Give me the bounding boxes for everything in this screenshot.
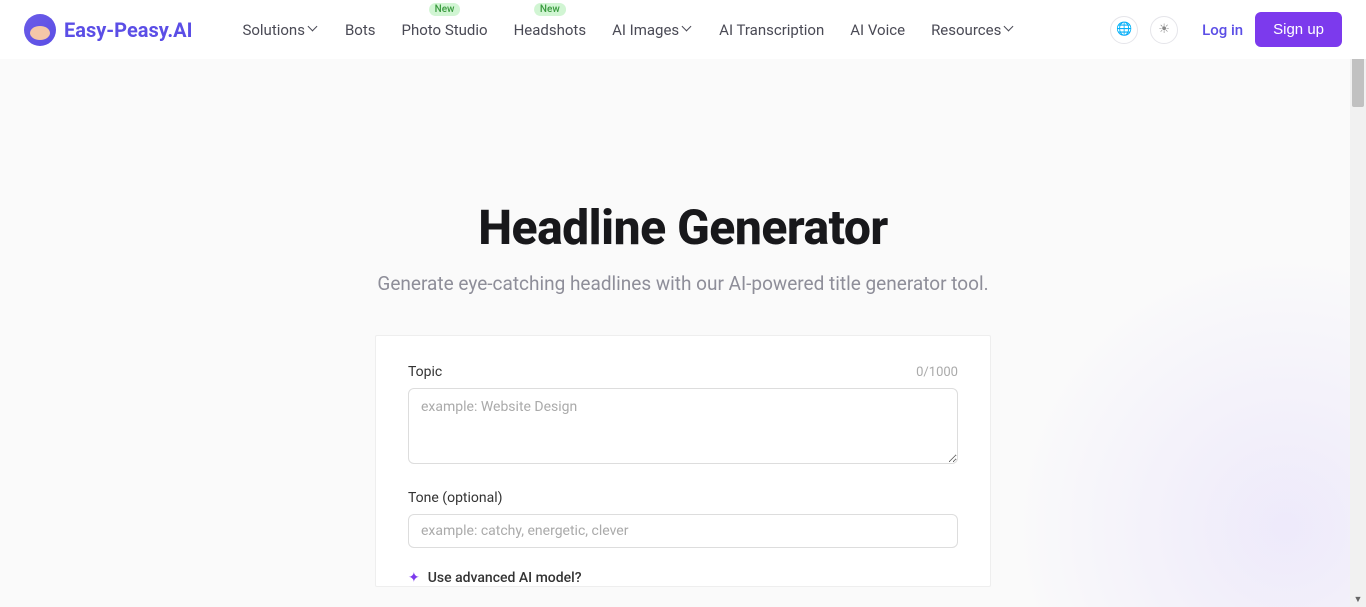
nav-label: AI Transcription [719,21,824,39]
nav-ai-voice[interactable]: AI Voice [850,21,905,39]
login-link[interactable]: Log in [1202,21,1243,39]
new-badge: New [429,3,461,16]
header-right: 🌐 ☀ Log in Sign up [1110,12,1342,47]
nav-label: AI Voice [850,21,905,39]
topic-field-group: Topic 0/1000 [408,364,958,468]
header: Easy-Peasy.AI Solutions Bots New Photo S… [0,0,1366,59]
nav-label: Bots [345,21,376,39]
brand-name: Easy-Peasy.AI [64,18,192,42]
topic-label: Topic [408,364,442,380]
topic-input[interactable] [408,388,958,464]
language-button[interactable]: 🌐 [1110,16,1138,44]
form-card: Topic 0/1000 Tone (optional) ✦ Use advan… [375,335,991,587]
tone-field-group: Tone (optional) [408,490,958,548]
sparkle-icon: ✦ [408,570,420,586]
main-content: Headline Generator Generate eye-catching… [0,59,1366,587]
nav-ai-images[interactable]: AI Images [612,21,693,39]
theme-toggle-button[interactable]: ☀ [1150,16,1178,44]
nav-label: AI Images [612,21,679,39]
nav-label: Solutions [242,21,305,39]
field-header: Topic 0/1000 [408,364,958,380]
tone-label: Tone (optional) [408,490,503,506]
page-title: Headline Generator [0,199,1366,256]
logo[interactable]: Easy-Peasy.AI [24,14,192,46]
chevron-down-icon [309,25,319,35]
scroll-down-arrow[interactable]: ▼ [1350,591,1366,607]
sun-icon: ☀ [1158,22,1170,37]
nav-label: Headshots [514,21,586,39]
chevron-down-icon [1005,25,1015,35]
advanced-label: Use advanced AI model? [428,570,582,586]
page-subtitle: Generate eye-catching headlines with our… [0,272,1366,295]
nav-ai-transcription[interactable]: AI Transcription [719,21,824,39]
new-badge: New [534,3,566,16]
field-header: Tone (optional) [408,490,958,506]
char-counter: 0/1000 [916,365,958,380]
signup-button[interactable]: Sign up [1255,12,1342,47]
nav-headshots[interactable]: New Headshots [514,21,586,39]
tone-input[interactable] [408,514,958,548]
nav-resources[interactable]: Resources [931,21,1015,39]
nav-bots[interactable]: Bots [345,21,376,39]
globe-icon: 🌐 [1116,22,1132,37]
chevron-down-icon [683,25,693,35]
nav-photo-studio[interactable]: New Photo Studio [402,21,488,39]
main-nav: Solutions Bots New Photo Studio New Head… [242,21,1110,39]
nav-label: Resources [931,21,1001,39]
advanced-model-row[interactable]: ✦ Use advanced AI model? [408,570,958,586]
nav-label: Photo Studio [402,21,488,39]
nav-solutions[interactable]: Solutions [242,21,319,39]
logo-icon [24,14,56,46]
